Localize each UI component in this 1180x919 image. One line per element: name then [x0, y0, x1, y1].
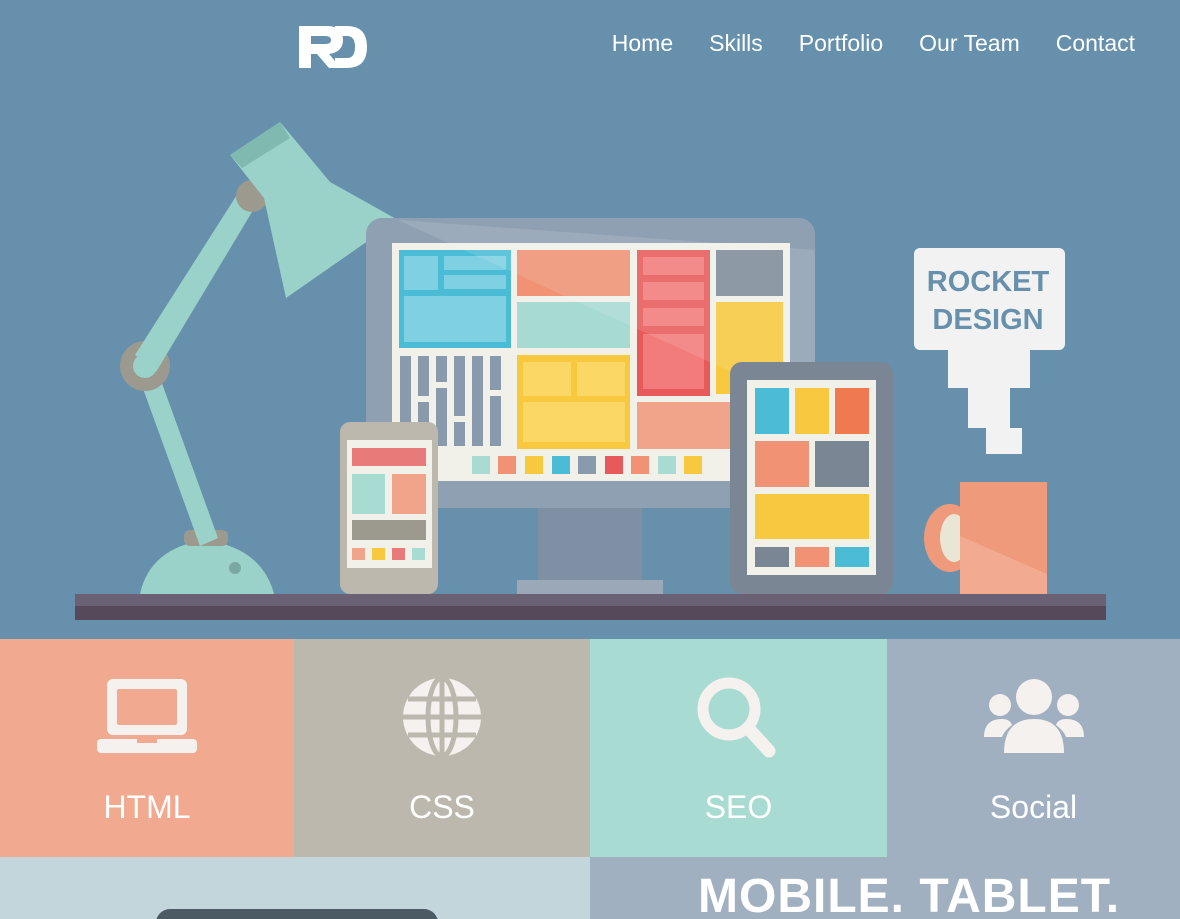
tile-label-css: CSS: [409, 789, 475, 825]
nav-contact[interactable]: Contact: [1056, 30, 1135, 57]
sign-line-2: DESIGN: [932, 304, 1043, 336]
phone: [340, 422, 438, 594]
nav-home[interactable]: Home: [612, 30, 673, 57]
tile-label-html: HTML: [103, 789, 191, 825]
tile-css[interactable]: CSS: [294, 639, 590, 857]
section-heading: MOBILE. TABLET.: [698, 870, 1121, 919]
heading-panel: MOBILE. TABLET.: [590, 857, 1180, 919]
page: ROCKET DESIGN Home Skills Portfolio Our …: [0, 0, 1180, 919]
tile-html[interactable]: HTML: [0, 639, 294, 857]
tile-seo[interactable]: SEO: [590, 639, 887, 857]
users-icon: [983, 679, 1084, 753]
nav-our-team[interactable]: Our Team: [919, 30, 1020, 57]
globe-icon: [403, 677, 481, 759]
search-icon: [697, 677, 775, 758]
device-preview: [0, 857, 590, 919]
coffee-mug: [924, 482, 1047, 594]
logo-icon[interactable]: [297, 22, 369, 70]
tablet: [730, 362, 893, 594]
sign-line-1: ROCKET: [927, 266, 1050, 298]
tile-label-social: Social: [989, 789, 1078, 825]
hero-section: ROCKET DESIGN Home Skills Portfolio Our …: [0, 0, 1180, 639]
tile-social[interactable]: Social: [887, 639, 1180, 857]
nav-portfolio[interactable]: Portfolio: [799, 30, 883, 57]
hero-illustration: ROCKET DESIGN: [75, 122, 1106, 620]
rocket-design-sign: ROCKET DESIGN: [914, 248, 1065, 454]
nav-skills[interactable]: Skills: [709, 30, 763, 57]
laptop-icon: [97, 679, 197, 753]
responsive-section: MOBILE. TABLET.: [0, 857, 1180, 919]
skills-tiles: HTML CSS SEO Social: [0, 639, 1180, 857]
device-frame: [156, 909, 438, 919]
main-nav: Home Skills Portfolio Our Team Contact: [612, 30, 1135, 57]
tile-label-seo: SEO: [704, 789, 773, 825]
